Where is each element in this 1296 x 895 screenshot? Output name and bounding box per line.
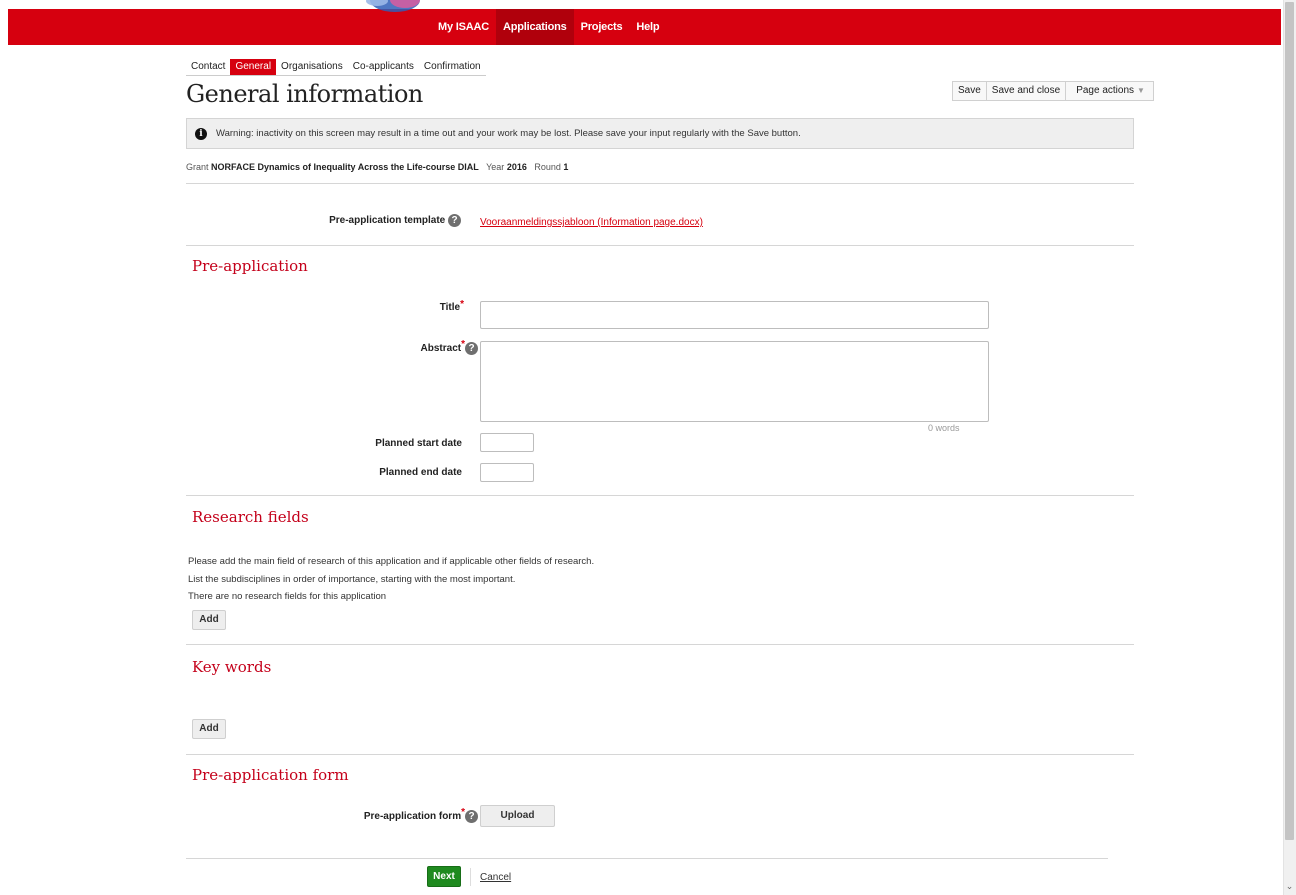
- divider: [186, 858, 1108, 859]
- tab-contact[interactable]: Contact: [186, 59, 230, 75]
- add-research-field-button[interactable]: Add: [192, 610, 226, 630]
- divider: [186, 754, 1134, 755]
- section-heading-key-words: Key words: [192, 658, 272, 676]
- title-input[interactable]: [480, 301, 989, 329]
- help-icon[interactable]: ?: [465, 810, 478, 823]
- grant-label: Grant: [186, 162, 209, 172]
- tab-co-applicants[interactable]: Co-applicants: [348, 59, 419, 75]
- divider: [186, 183, 1134, 184]
- section-heading-research-fields: Research fields: [192, 508, 309, 526]
- divider: [186, 644, 1134, 645]
- title-label: Title: [439, 302, 461, 313]
- isaac-logo: [362, 0, 430, 18]
- save-and-close-button[interactable]: Save and close: [987, 82, 1067, 100]
- section-heading-pre-application: Pre-application: [192, 257, 308, 275]
- top-nav: My ISAAC Applications Projects Help: [431, 9, 666, 45]
- sub-nav: Contact General Organisations Co-applica…: [186, 59, 486, 76]
- form-label-group: Pre-application form*?: [363, 807, 478, 823]
- info-icon: i: [195, 127, 207, 140]
- year-value: 2016: [506, 162, 527, 172]
- pre-application-form-label: Pre-application form: [363, 811, 462, 823]
- tab-confirmation[interactable]: Confirmation: [419, 59, 486, 75]
- abstract-textarea[interactable]: [480, 341, 989, 422]
- save-button[interactable]: Save: [953, 82, 987, 100]
- research-fields-instructions-2: List the subdisciplines in order of impo…: [188, 574, 516, 585]
- template-download-link[interactable]: Vooraanmeldingssjabloon (Information pag…: [480, 217, 703, 228]
- chevron-down-icon: ▼: [1137, 86, 1145, 95]
- title-label-group: Title*: [439, 299, 464, 313]
- round-value: 1: [563, 162, 569, 172]
- round-label: Round: [534, 162, 561, 172]
- tab-organisations[interactable]: Organisations: [276, 59, 348, 75]
- cancel-link[interactable]: Cancel: [480, 872, 511, 883]
- year-label: Year: [486, 162, 505, 172]
- page-title: General information: [186, 80, 423, 108]
- scrollbar-thumb[interactable]: [1285, 2, 1294, 840]
- template-label: Pre-application template: [329, 215, 446, 227]
- nav-projects[interactable]: Projects: [574, 9, 630, 45]
- template-link-wrap: Vooraanmeldingssjabloon (Information pag…: [480, 216, 703, 228]
- divider: [186, 495, 1134, 496]
- required-marker: *: [461, 807, 465, 818]
- nav-applications[interactable]: Applications: [495, 9, 574, 45]
- divider: [186, 245, 1134, 246]
- abstract-label-group: Abstract*?: [420, 339, 478, 355]
- page-actions-label: Page actions: [1076, 85, 1135, 96]
- section-heading-pre-application-form: Pre-application form: [192, 766, 349, 784]
- add-key-word-button[interactable]: Add: [192, 719, 226, 739]
- research-fields-empty-message: There are no research fields for this ap…: [188, 591, 387, 602]
- help-icon[interactable]: ?: [448, 214, 461, 227]
- required-marker: *: [461, 339, 465, 350]
- research-fields-instructions-1: Please add the main field of research of…: [188, 556, 595, 567]
- nav-my-isaac[interactable]: My ISAAC: [431, 9, 496, 45]
- abstract-word-count: 0 words: [928, 423, 960, 433]
- end-date-label: Planned end date: [379, 467, 462, 478]
- next-button[interactable]: Next: [427, 866, 461, 887]
- scroll-down-arrow-icon[interactable]: ⌄: [1285, 882, 1294, 891]
- page-actions-dropdown[interactable]: Page actions ▼: [1066, 82, 1153, 100]
- template-label-group: Pre-application template ?: [329, 214, 461, 227]
- warning-text: Warning: inactivity on this screen may r…: [216, 128, 801, 139]
- warning-banner: i Warning: inactivity on this screen may…: [186, 118, 1134, 149]
- start-date-label: Planned start date: [375, 438, 462, 449]
- nav-help[interactable]: Help: [629, 9, 666, 45]
- abstract-label: Abstract: [420, 343, 462, 355]
- grant-info: Grant NORFACE Dynamics of Inequality Acr…: [186, 162, 568, 172]
- tab-general[interactable]: General: [230, 59, 277, 75]
- upload-button[interactable]: Upload: [480, 805, 555, 827]
- grant-value: NORFACE Dynamics of Inequality Across th…: [211, 162, 479, 172]
- help-icon[interactable]: ?: [465, 342, 478, 355]
- end-date-input[interactable]: [480, 463, 534, 482]
- start-date-input[interactable]: [480, 433, 534, 452]
- divider: [470, 868, 471, 886]
- required-marker: *: [460, 299, 464, 310]
- page-actions-toolbar: Save Save and close Page actions ▼: [952, 81, 1154, 101]
